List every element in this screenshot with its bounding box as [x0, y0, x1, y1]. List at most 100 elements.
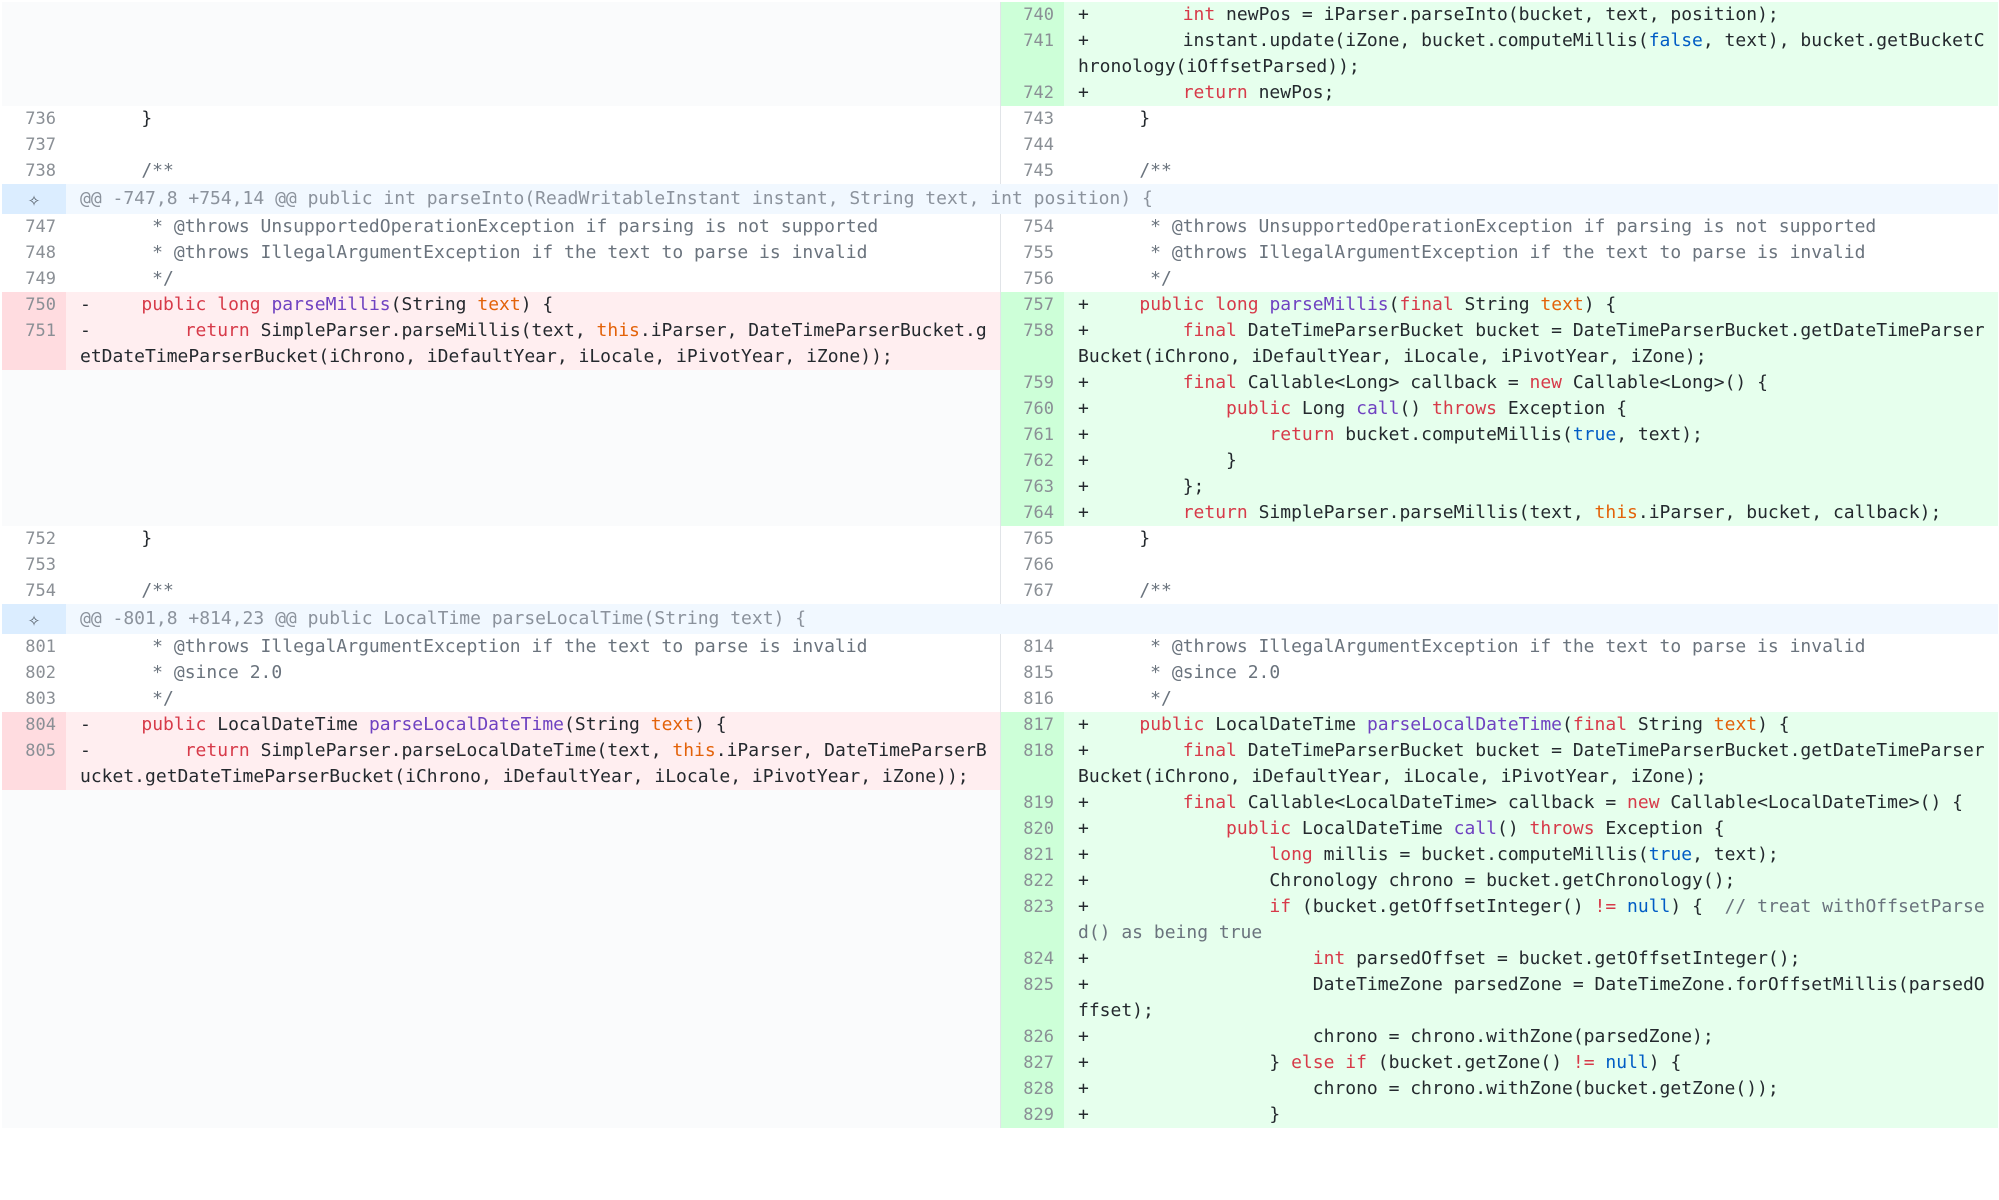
right-line-number[interactable]: 819 [999, 790, 1064, 816]
right-line-number[interactable]: 814 [999, 634, 1064, 660]
right-line-number[interactable]: 825 [999, 972, 1064, 1024]
left-line-number[interactable]: 738 [2, 158, 66, 184]
left-line-number[interactable]: 801 [2, 634, 66, 660]
diff-marker: + [1078, 450, 1089, 471]
right-line-number[interactable]: 740 [999, 2, 1064, 28]
left-line-number[interactable]: 805 [2, 738, 66, 790]
left-line-number[interactable]: 754 [2, 578, 66, 604]
hunk-header-text: @@ -801,8 +814,23 @@ public LocalTime pa… [66, 604, 1998, 634]
code-token: * @throws IllegalArgumentException if th… [98, 242, 868, 263]
code-token: } [1096, 450, 1237, 471]
right-line-number[interactable]: 757 [999, 292, 1064, 318]
left-line-number[interactable]: 751 [2, 318, 66, 370]
left-line-number[interactable]: 804 [2, 712, 66, 738]
right-line-number[interactable]: 815 [999, 660, 1064, 686]
left-code-cell: * @throws UnsupportedOperationException … [66, 214, 1000, 240]
left-code-cell [66, 422, 1000, 448]
code-token: else [1291, 1052, 1335, 1073]
right-line-number[interactable]: 817 [999, 712, 1064, 738]
right-line-number[interactable]: 823 [999, 894, 1064, 946]
right-line-number[interactable]: 820 [999, 816, 1064, 842]
right-line-number[interactable]: 762 [999, 448, 1064, 474]
right-line-number[interactable]: 761 [999, 422, 1064, 448]
diff-marker [1078, 240, 1096, 266]
diff-marker: + [1078, 1078, 1089, 1099]
unfold-icon[interactable]: ✧ [28, 607, 40, 631]
right-code-cell: /** [1064, 578, 1998, 604]
left-code-cell: * @throws IllegalArgumentException if th… [66, 634, 1000, 660]
left-line-number [2, 448, 66, 474]
left-code-cell: * @throws IllegalArgumentException if th… [66, 240, 1000, 266]
right-line-number[interactable]: 741 [999, 28, 1064, 80]
code-token: /** [98, 580, 174, 601]
code-token: bucket.computeMillis( [1334, 424, 1573, 445]
left-line-number [2, 422, 66, 448]
code-token: (bucket.getZone() [1366, 1052, 1573, 1073]
right-line-number[interactable]: 754 [999, 214, 1064, 240]
diff-marker: + [1078, 4, 1089, 25]
code-token: */ [98, 268, 174, 289]
right-line-number[interactable]: 759 [999, 370, 1064, 396]
diff-marker: + [1078, 714, 1089, 735]
left-line-number[interactable]: 748 [2, 240, 66, 266]
code-token: */ [1096, 268, 1172, 289]
expand-hunk-button[interactable]: ✧ [2, 184, 66, 214]
code-token: true [1572, 424, 1617, 445]
right-line-number[interactable]: 763 [999, 474, 1064, 500]
code-token: , text); [1692, 844, 1779, 865]
code-token: * @throws IllegalArgumentException if th… [1096, 242, 1866, 263]
code-token: return [184, 320, 250, 341]
right-line-number[interactable]: 756 [999, 266, 1064, 292]
left-line-number[interactable]: 749 [2, 266, 66, 292]
left-line-number[interactable]: 747 [2, 214, 66, 240]
left-code-cell: /** [66, 158, 1000, 184]
right-line-number[interactable]: 822 [999, 868, 1064, 894]
left-line-number [2, 80, 66, 106]
right-line-number[interactable]: 758 [999, 318, 1064, 370]
left-line-number[interactable]: 750 [2, 292, 66, 318]
left-line-number[interactable]: 737 [2, 132, 66, 158]
diff-line-row: 828 + chrono = chrono.withZone(bucket.get… [2, 1076, 1998, 1102]
left-line-number[interactable]: 802 [2, 660, 66, 686]
right-line-number[interactable]: 829 [999, 1102, 1064, 1128]
right-line-number[interactable]: 818 [999, 738, 1064, 790]
code-token: } [1096, 108, 1151, 129]
right-code-cell: + final DateTimeParserBucket bucket = Da… [1064, 738, 1998, 790]
right-line-number[interactable]: 826 [999, 1024, 1064, 1050]
code-token: } [98, 108, 153, 129]
code-token: != [1572, 1052, 1595, 1073]
right-line-number[interactable]: 767 [999, 578, 1064, 604]
right-line-number[interactable]: 828 [999, 1076, 1064, 1102]
left-line-number[interactable]: 753 [2, 552, 66, 578]
right-line-number[interactable]: 764 [999, 500, 1064, 526]
code-token: parseLocalDateTime [368, 714, 565, 735]
right-line-number[interactable]: 821 [999, 842, 1064, 868]
left-code-cell [66, 842, 1000, 868]
right-line-number[interactable]: 827 [999, 1050, 1064, 1076]
code-token: * @throws IllegalArgumentException if th… [98, 636, 868, 657]
right-line-number[interactable]: 745 [999, 158, 1064, 184]
right-line-number[interactable]: 760 [999, 396, 1064, 422]
code-token: SimpleParser.parseMillis(text, [1247, 502, 1595, 523]
diff-line-row: 736 } 743 } [2, 106, 1998, 132]
right-line-number[interactable]: 742 [999, 80, 1064, 106]
right-line-number[interactable]: 743 [999, 106, 1064, 132]
code-token: * @since 2.0 [1096, 662, 1281, 683]
right-line-number[interactable]: 744 [999, 132, 1064, 158]
right-line-number[interactable]: 766 [999, 552, 1064, 578]
diff-line-row: 762 + } [2, 448, 1998, 474]
left-line-number[interactable]: 736 [2, 106, 66, 132]
right-line-number[interactable]: 765 [999, 526, 1064, 552]
right-line-number[interactable]: 824 [999, 946, 1064, 972]
diff-marker: + [1078, 792, 1089, 813]
right-line-number[interactable]: 816 [999, 686, 1064, 712]
right-line-number[interactable]: 755 [999, 240, 1064, 266]
expand-hunk-button[interactable]: ✧ [2, 604, 66, 634]
unfold-icon[interactable]: ✧ [28, 187, 40, 211]
left-line-number[interactable]: 803 [2, 686, 66, 712]
left-code-cell [66, 2, 1000, 28]
left-line-number[interactable]: 752 [2, 526, 66, 552]
code-token: /** [1096, 580, 1172, 601]
